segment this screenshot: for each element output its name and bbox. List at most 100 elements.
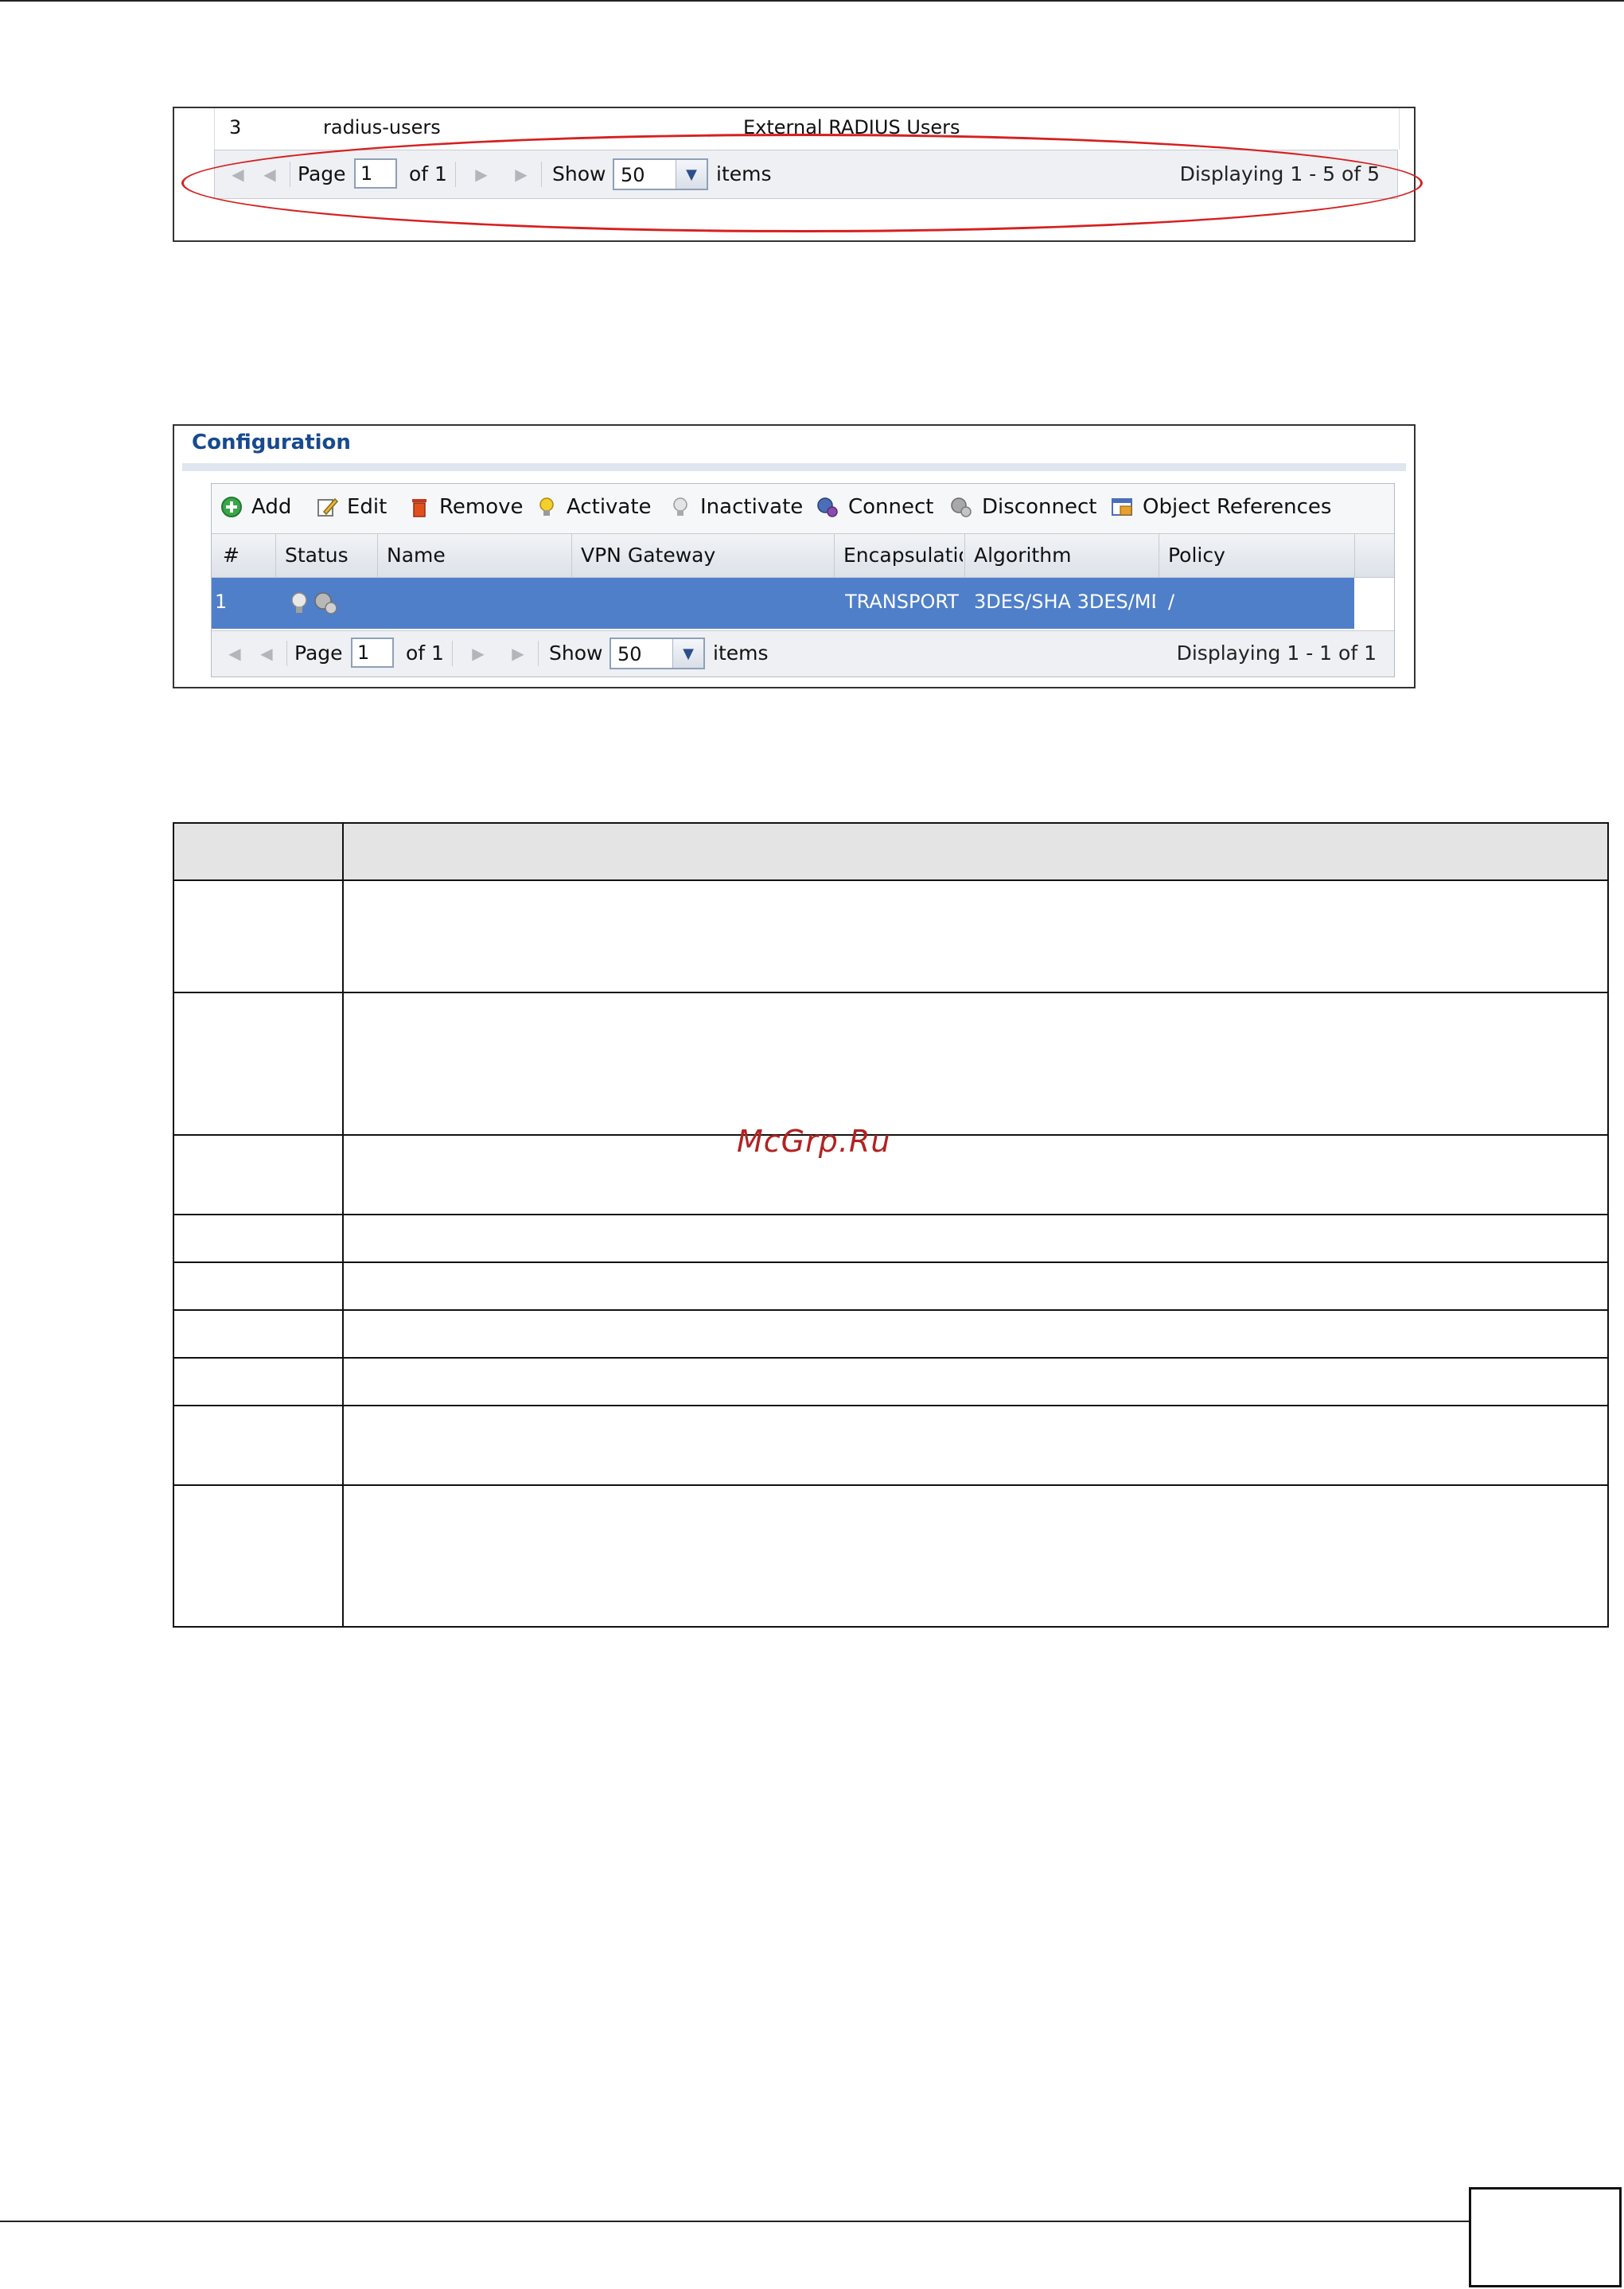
edit-label: Edit — [347, 495, 388, 519]
column-header[interactable]: VPN Gateway — [581, 544, 715, 567]
footer-rule — [0, 2221, 1469, 2222]
page-input[interactable]: 1 — [351, 638, 394, 668]
column-divider[interactable] — [377, 534, 378, 577]
row-divider — [174, 1484, 1607, 1486]
row-divider — [174, 992, 1607, 993]
watermark: McGrp.Ru — [737, 1124, 891, 1159]
row-name: radius-users — [323, 116, 441, 138]
inactivate-button[interactable]: Inactivate — [668, 495, 803, 519]
column-header[interactable]: Policy — [1168, 544, 1225, 567]
last-page-icon[interactable]: ▶ — [508, 643, 528, 664]
remove-label: Remove — [439, 495, 524, 519]
table-row[interactable]: 3 radius-users External RADIUS Users — [214, 108, 1400, 150]
add-button[interactable]: Add — [220, 495, 291, 519]
field-description-table — [173, 822, 1609, 1628]
divider — [541, 162, 542, 187]
chevron-down-icon[interactable]: ▼ — [672, 639, 703, 668]
configuration-panel: Add Edit Remove Activate Inactivate Conn… — [211, 483, 1395, 677]
object-references-icon — [1111, 495, 1135, 519]
divider — [286, 641, 287, 666]
divider — [452, 641, 453, 666]
display-count: Displaying 1 - 5 of 5 — [1179, 162, 1380, 185]
page-count: of 1 — [406, 641, 444, 665]
column-header[interactable]: Name — [387, 544, 446, 567]
pagination-bar: ◀​ ◀ Page 1 of 1 ▶ ▶ Show 50 ▼ items Dis… — [212, 630, 1394, 677]
column-divider[interactable] — [275, 534, 276, 577]
first-page-icon[interactable]: ◀​ — [224, 643, 245, 664]
disconnect-button[interactable]: Disconnect — [950, 495, 1096, 519]
row-number: 1 — [215, 591, 228, 613]
column-divider[interactable] — [834, 534, 835, 577]
first-page-icon[interactable]: ◀​ — [228, 164, 248, 185]
table-row[interactable]: 1 TRANSPORT 3DES/SHA 3DES/MD5 / — [212, 578, 1394, 629]
screenshot-pager-example: 3 radius-users External RADIUS Users ◀​ … — [173, 107, 1416, 242]
page-size-select[interactable]: 50 ▼ — [609, 638, 705, 669]
add-icon — [220, 495, 243, 519]
column-divider[interactable] — [964, 534, 965, 577]
divider — [455, 162, 456, 187]
edit-icon — [315, 495, 339, 519]
prev-page-icon[interactable]: ◀ — [259, 164, 280, 185]
inactivate-label: Inactivate — [700, 495, 804, 519]
add-label: Add — [251, 495, 292, 519]
remove-icon — [407, 495, 431, 519]
show-label: Show — [549, 641, 603, 665]
items-label: items — [716, 162, 772, 185]
connect-icon — [816, 495, 840, 519]
activate-label: Activate — [567, 495, 652, 519]
page-size-value: 50 — [617, 643, 642, 665]
row-divider — [174, 1405, 1607, 1406]
display-count: Displaying 1 - 1 of 1 — [1176, 641, 1377, 665]
show-label: Show — [552, 162, 606, 185]
next-page-icon[interactable]: ▶ — [468, 643, 489, 664]
column-header[interactable]: Encapsulation — [843, 544, 963, 567]
inactive-bulb-icon — [291, 592, 337, 614]
column-header[interactable]: # — [223, 544, 240, 567]
activate-icon — [535, 495, 559, 519]
row-divider — [174, 1134, 1607, 1136]
inactivate-icon — [668, 495, 692, 519]
scrollbar-gutter[interactable] — [1354, 578, 1394, 629]
prev-page-icon[interactable]: ◀ — [256, 643, 277, 664]
chevron-down-icon[interactable]: ▼ — [676, 160, 707, 189]
section-title: Configuration — [192, 431, 351, 454]
connect-button[interactable]: Connect — [816, 495, 934, 519]
row-divider — [174, 1214, 1607, 1215]
header-rule — [0, 0, 1624, 2]
activate-button[interactable]: Activate — [535, 495, 652, 519]
page-input[interactable]: 1 — [354, 158, 397, 189]
column-divider — [342, 824, 344, 1626]
screenshot-configuration: Configuration Add Edit Remove Activate I… — [173, 424, 1416, 688]
row-divider — [174, 1261, 1607, 1263]
page-count: of 1 — [409, 162, 447, 185]
edit-button[interactable]: Edit — [315, 495, 387, 519]
page-label: Page — [294, 641, 343, 665]
page-size-select[interactable]: 50 ▼ — [613, 158, 708, 190]
row-policy: / — [1168, 591, 1175, 613]
row-algorithm: 3DES/SHA 3DES/MD5 — [974, 591, 1155, 613]
items-label: items — [713, 641, 769, 665]
last-page-icon[interactable]: ▶ — [511, 164, 532, 185]
pagination-bar: ◀​ ◀ Page 1 of 1 ▶ ▶ Show 50 ▼ items Dis… — [214, 150, 1398, 199]
row-divider — [174, 1309, 1607, 1311]
next-page-icon[interactable]: ▶ — [471, 164, 492, 185]
page-number-box — [1469, 2187, 1622, 2287]
toolbar: Add Edit Remove Activate Inactivate Conn… — [212, 484, 1394, 533]
connect-label: Connect — [848, 495, 934, 519]
column-divider[interactable] — [1354, 534, 1355, 577]
object-references-button[interactable]: Object References — [1111, 495, 1331, 519]
row-description: External RADIUS Users — [743, 116, 960, 138]
page-label: Page — [298, 162, 346, 185]
disconnect-icon — [950, 495, 974, 519]
divider — [538, 641, 539, 666]
column-header[interactable]: Status — [285, 544, 349, 567]
status-icons — [288, 587, 344, 624]
row-encapsulation: TRANSPORT — [845, 591, 959, 613]
column-header[interactable]: Algorithm — [974, 544, 1071, 567]
column-divider[interactable] — [571, 534, 572, 577]
page-size-value: 50 — [621, 164, 645, 186]
disconnect-label: Disconnect — [982, 495, 1097, 519]
title-bar — [182, 463, 1406, 471]
remove-button[interactable]: Remove — [407, 495, 524, 519]
table-header — [174, 824, 1607, 881]
